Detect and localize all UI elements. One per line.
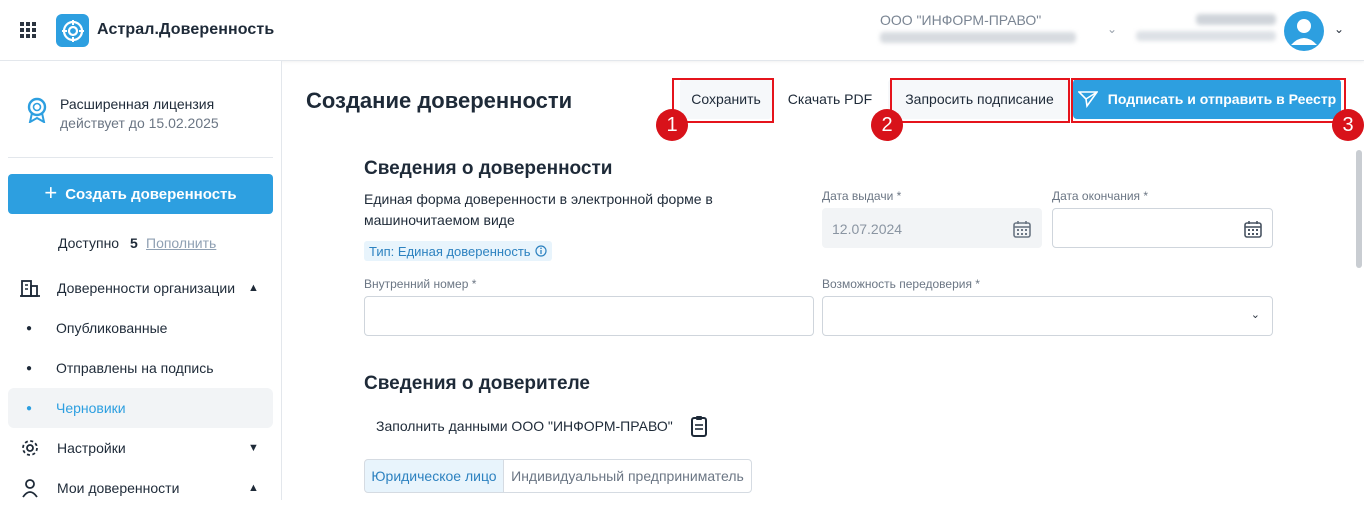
org-switch-chevron-icon[interactable]: ⌄	[1107, 22, 1117, 36]
bullet-icon: ●	[26, 322, 33, 334]
gear-icon	[22, 440, 38, 456]
create-poa-button[interactable]: + Создать доверенность	[8, 174, 273, 214]
issue-date-field: 12.07.2024	[822, 208, 1042, 248]
logo-icon	[61, 19, 84, 42]
tab-individual-entrepreneur[interactable]: Индивидуальный предприниматель	[503, 459, 752, 493]
user-menu-chevron-icon[interactable]: ⌄	[1334, 22, 1344, 36]
sidebar-item-label: Черновики	[56, 400, 126, 416]
internal-number-input[interactable]	[364, 296, 814, 336]
end-date-field[interactable]	[1052, 208, 1273, 248]
user-icon	[1291, 19, 1317, 45]
sidebar-divider	[8, 157, 273, 158]
building-icon	[20, 280, 40, 297]
sidebar-item-org-poa[interactable]: Доверенности организации ▲	[8, 268, 273, 308]
sidebar-item-settings[interactable]: Настройки ▼	[8, 428, 273, 468]
sidebar-item-drafts[interactable]: ● Черновики	[8, 388, 273, 428]
sidebar-item-label: Отправлены на подпись	[56, 360, 214, 376]
poa-type-label: Тип: Единая доверенность	[369, 243, 531, 259]
available-label: Доступно	[58, 235, 120, 251]
top-header: Астрал.Доверенность ООО "ИНФОРМ-ПРАВО" ⌄…	[0, 0, 1364, 61]
app-title: Астрал.Доверенность	[97, 21, 275, 38]
sidebar-item-label: Доверенности организации	[57, 280, 236, 296]
highlight-frame-request	[890, 78, 1070, 123]
license-badge-icon	[27, 97, 47, 123]
sidebar-item-label: Опубликованные	[56, 320, 168, 336]
fill-with-org-data-link[interactable]: Заполнить данными ООО "ИНФОРМ-ПРАВО"	[376, 418, 673, 434]
chevron-down-icon: ⌄	[1250, 309, 1260, 321]
issue-date-label: Дата выдачи *	[822, 189, 902, 203]
sidebar-item-my-poa[interactable]: Мои доверенности ▲	[8, 468, 273, 508]
step-badge-3: 3	[1332, 109, 1364, 141]
main-content: Создание доверенности Сохранить Скачать …	[283, 61, 1364, 500]
sidebar-item-published[interactable]: ● Опубликованные	[8, 308, 273, 348]
user-avatar[interactable]	[1284, 11, 1324, 51]
highlight-frame-sign	[1071, 78, 1346, 123]
sidebar-item-label: Мои доверенности	[57, 480, 180, 496]
sidebar-item-sent-for-signing[interactable]: ● Отправлены на подпись	[8, 348, 273, 388]
clipboard-icon[interactable]	[690, 415, 708, 437]
chevron-down-icon: ▼	[248, 442, 259, 454]
redelegation-select[interactable]: ⌄	[822, 296, 1273, 336]
bullet-icon: ●	[26, 402, 33, 414]
step-badge-2: 2	[871, 109, 903, 141]
available-count: 5	[130, 235, 138, 251]
issue-date-value: 12.07.2024	[832, 221, 903, 237]
calendar-icon[interactable]	[1243, 219, 1263, 239]
download-pdf-button[interactable]: Скачать PDF	[780, 79, 880, 119]
step-badge-1: 1	[656, 109, 688, 141]
redelegation-label: Возможность передоверия *	[822, 277, 980, 291]
license-title: Расширенная лицензия	[60, 96, 215, 112]
info-icon[interactable]	[534, 245, 547, 257]
chevron-up-icon: ▲	[248, 482, 259, 494]
internal-number-label: Внутренний номер *	[364, 277, 477, 291]
plus-icon: +	[44, 180, 58, 205]
poa-type-chip: Тип: Единая доверенность	[364, 241, 552, 261]
page-scrollbar[interactable]	[1356, 150, 1362, 268]
sidebar: Расширенная лицензия действует до 15.02.…	[0, 61, 282, 500]
principal-section-title: Сведения о доверителе	[364, 373, 590, 394]
end-date-label: Дата окончания *	[1052, 189, 1149, 203]
org-details-redacted	[880, 32, 1076, 43]
poa-section-title: Сведения о доверенности	[364, 158, 613, 179]
user-name-redacted	[1196, 14, 1276, 25]
create-poa-label: Создать доверенность	[65, 185, 237, 203]
license-valid-until: действует до 15.02.2025	[60, 115, 219, 131]
user-email-redacted	[1136, 31, 1276, 41]
chevron-up-icon: ▲	[248, 282, 259, 294]
replenish-link[interactable]: Пополнить	[146, 235, 216, 251]
org-name[interactable]: ООО "ИНФОРМ-ПРАВО"	[880, 12, 1041, 28]
bullet-icon: ●	[26, 362, 33, 374]
page-title: Создание доверенности	[306, 88, 573, 113]
poa-description: Единая форма доверенности в электронной …	[364, 191, 713, 228]
calendar-icon	[1013, 221, 1031, 238]
highlight-frame-save	[672, 78, 774, 123]
app-logo[interactable]	[56, 14, 89, 47]
sidebar-item-label: Настройки	[57, 440, 126, 456]
person-icon	[22, 479, 38, 498]
apps-grid-icon[interactable]	[20, 22, 36, 38]
tab-legal-entity[interactable]: Юридическое лицо	[364, 459, 504, 493]
